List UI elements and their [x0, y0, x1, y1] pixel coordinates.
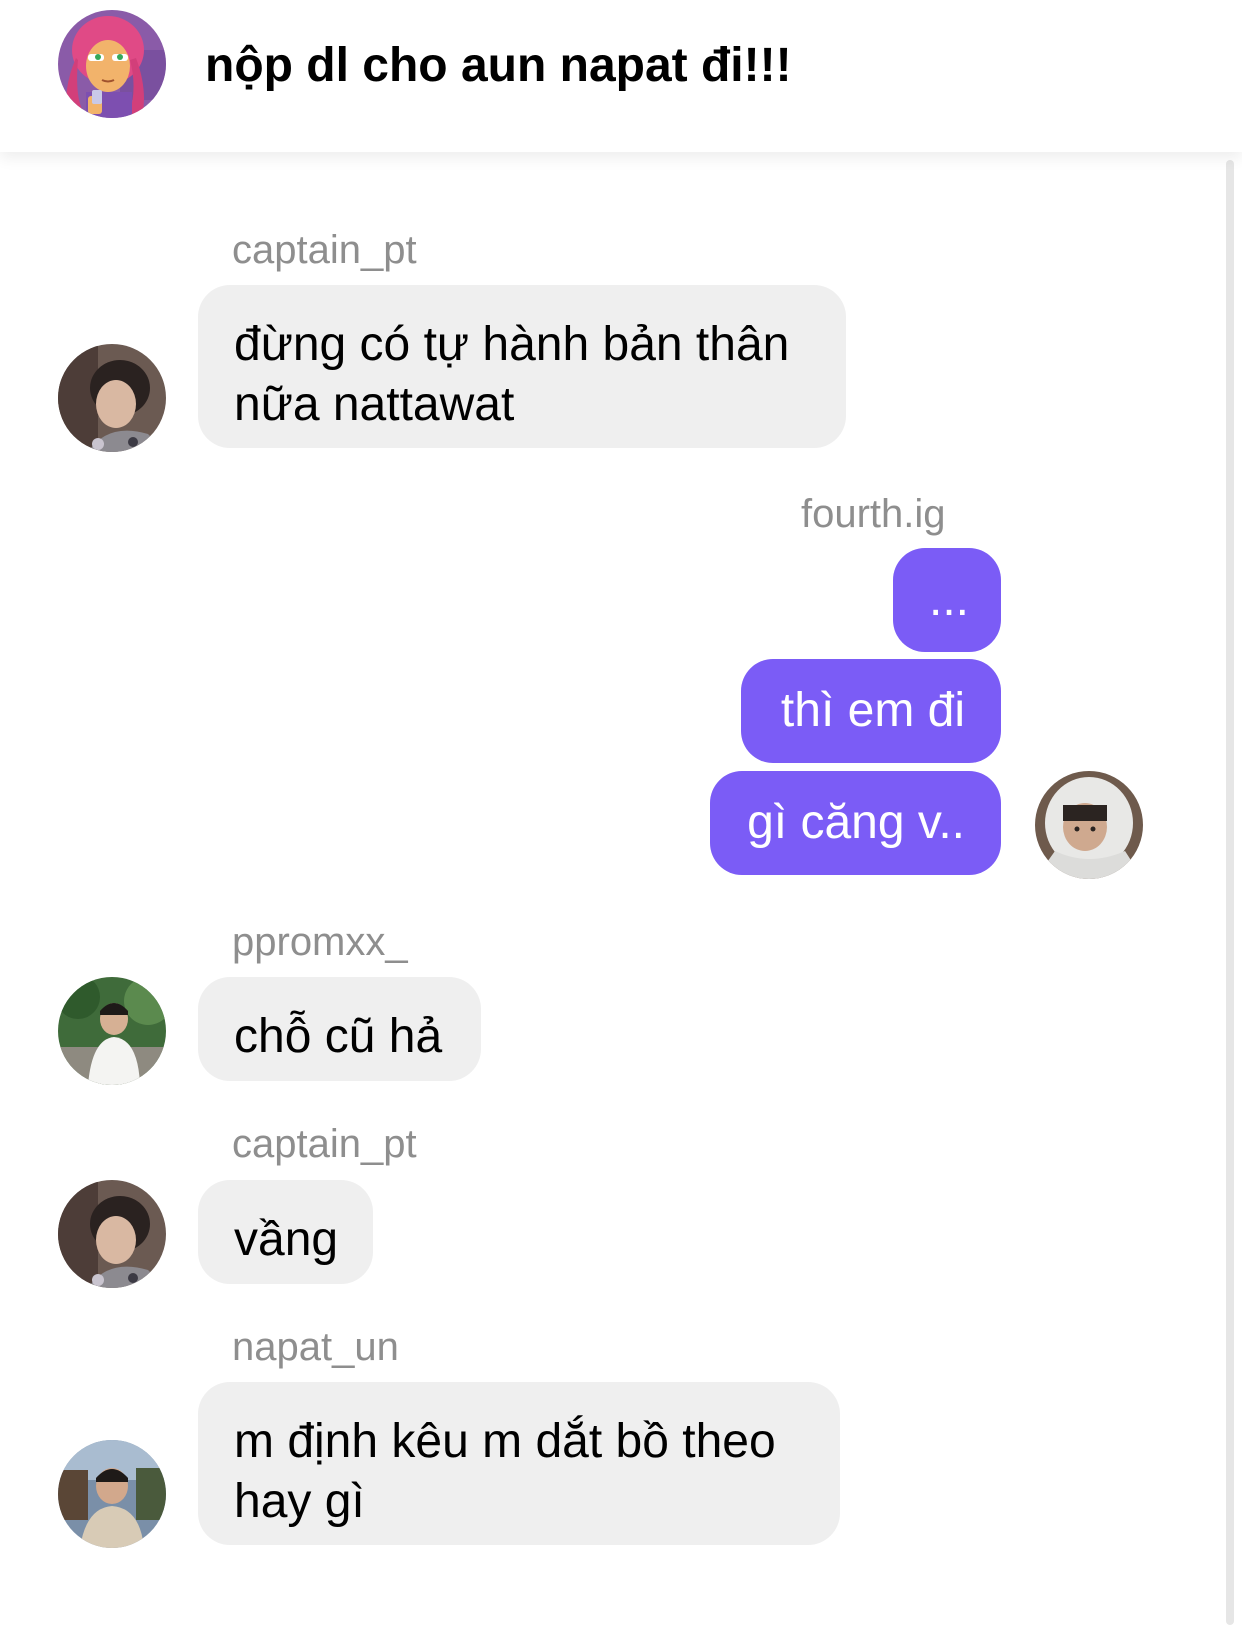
user-avatar-fourth-ig[interactable]: [1035, 771, 1143, 879]
user-avatar-captain-pt[interactable]: [58, 344, 166, 452]
user-avatar-captain-pt[interactable]: [58, 1180, 166, 1288]
person-photo-avatar-icon: [58, 1180, 166, 1288]
message-username: ppromxx_: [232, 920, 408, 964]
user-avatar-ppromxx[interactable]: [58, 977, 166, 1085]
message-username: captain_pt: [232, 228, 417, 272]
message-bubble-incoming[interactable]: m định kêu m dắt bồ theo hay gì: [198, 1382, 840, 1545]
person-photo-avatar-icon: [58, 977, 166, 1085]
cartoon-girl-avatar-icon: [58, 10, 166, 118]
message-bubble-outgoing[interactable]: ...: [893, 548, 1001, 652]
message-username: fourth.ig: [801, 492, 946, 536]
group-avatar[interactable]: [58, 10, 166, 118]
message-bubble-incoming[interactable]: đừng có tự hành bản thân nữa nattawat: [198, 285, 846, 448]
scrollbar[interactable]: [1226, 160, 1234, 1625]
group-title: nộp dl cho aun napat đi!!!: [205, 39, 792, 92]
message-username: captain_pt: [232, 1122, 417, 1166]
chat-header: nộp dl cho aun napat đi!!!: [0, 0, 1242, 152]
message-bubble-outgoing[interactable]: thì em đi: [741, 659, 1001, 763]
user-avatar-napat-un[interactable]: [58, 1440, 166, 1548]
person-photo-avatar-icon: [58, 1440, 166, 1548]
message-username: napat_un: [232, 1325, 399, 1369]
person-photo-avatar-icon: [58, 344, 166, 452]
message-bubble-outgoing[interactable]: gì căng v..: [710, 771, 1001, 875]
person-photo-avatar-icon: [1035, 771, 1143, 879]
message-bubble-incoming[interactable]: vầng: [198, 1180, 373, 1284]
message-bubble-incoming[interactable]: chỗ cũ hả: [198, 977, 481, 1081]
